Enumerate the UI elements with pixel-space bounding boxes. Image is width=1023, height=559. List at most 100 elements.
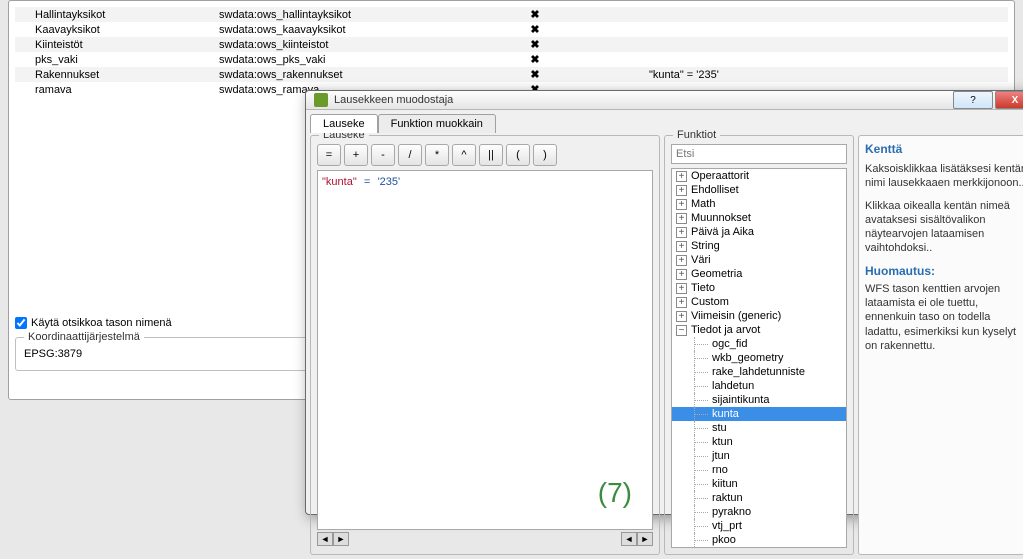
- tree-item[interactable]: +Tieto: [672, 281, 846, 295]
- help-p2: Klikkaa oikealla kentän nimeä avataksesi…: [865, 199, 1023, 256]
- close-button[interactable]: X: [995, 91, 1023, 109]
- tree-field[interactable]: rno: [672, 463, 846, 477]
- layer-mark: ✖: [425, 67, 645, 82]
- layer-filter: [645, 7, 1008, 22]
- tree-item[interactable]: +Väri: [672, 253, 846, 267]
- layer-name: Kiinteistöt: [15, 37, 215, 52]
- expand-icon[interactable]: +: [676, 297, 687, 308]
- layer-mark: ✖: [425, 7, 645, 22]
- dialog-title: Lausekkeen muodostaja: [334, 94, 951, 106]
- titlebar: Lausekkeen muodostaja ? X: [306, 91, 1023, 110]
- layer-filter: [645, 52, 1008, 67]
- expand-icon[interactable]: +: [676, 283, 687, 294]
- tree-item[interactable]: +Viimeisin (generic): [672, 309, 846, 323]
- expand-icon[interactable]: +: [676, 255, 687, 266]
- annotation-7: (7): [598, 477, 632, 509]
- editor-scrollbar[interactable]: ◄►◄►: [317, 532, 653, 548]
- functions-group-label: Funktiot: [673, 129, 720, 141]
- layer-source: swdata:ows_pks_vaki: [215, 52, 425, 67]
- tree-field[interactable]: wkb_geometry: [672, 351, 846, 365]
- expand-icon[interactable]: +: [676, 311, 687, 322]
- tree-item[interactable]: +Operaattorit: [672, 169, 846, 183]
- expression-group: Lauseke =+-/*^||() "kunta" = '235' (7) ◄…: [310, 135, 660, 555]
- op-button[interactable]: +: [344, 144, 368, 166]
- tab-lauseke[interactable]: Lauseke: [310, 114, 378, 133]
- op-button[interactable]: ||: [479, 144, 503, 166]
- help-note: WFS tason kenttien arvojen lataamista ei…: [865, 282, 1023, 353]
- tree-item[interactable]: +Ehdolliset: [672, 183, 846, 197]
- layer-source: swdata:ows_kaavayksikot: [215, 22, 425, 37]
- tree-item[interactable]: +Math: [672, 197, 846, 211]
- help-button[interactable]: ?: [953, 91, 993, 109]
- layer-name: pks_vaki: [15, 52, 215, 67]
- tree-field[interactable]: ogc_fid: [672, 337, 846, 351]
- expand-icon[interactable]: +: [676, 185, 687, 196]
- expand-icon[interactable]: +: [676, 241, 687, 252]
- expand-icon[interactable]: +: [676, 199, 687, 210]
- tree-field[interactable]: rake_lahdetunniste: [672, 365, 846, 379]
- tree-field[interactable]: sijaintikunta: [672, 393, 846, 407]
- tree-field[interactable]: ktun: [672, 435, 846, 449]
- layer-source: swdata:ows_hallintayksikot: [215, 7, 425, 22]
- tree-field[interactable]: raktun: [672, 491, 846, 505]
- tree-item[interactable]: −Tiedot ja arvot: [672, 323, 846, 337]
- op-button[interactable]: (: [506, 144, 530, 166]
- layer-row[interactable]: Hallintayksikotswdata:ows_hallintayksiko…: [15, 7, 1008, 22]
- layer-filter: [645, 22, 1008, 37]
- use-title-checkbox[interactable]: [15, 317, 27, 329]
- expr-rhs: '235': [378, 176, 401, 188]
- crs-legend: Koordinaattijärjestelmä: [24, 331, 144, 343]
- op-button[interactable]: ): [533, 144, 557, 166]
- layer-source: swdata:ows_kiinteistot: [215, 37, 425, 52]
- layer-table: Hallintayksikotswdata:ows_hallintayksiko…: [15, 7, 1008, 97]
- help-note-heading: Huomautus:: [865, 264, 1023, 278]
- help-title: Kenttä: [865, 142, 1023, 156]
- layer-source: swdata:ows_rakennukset: [215, 67, 425, 82]
- layer-mark: ✖: [425, 37, 645, 52]
- tree-item[interactable]: +Päivä ja Aika: [672, 225, 846, 239]
- layer-filter: "kunta" = '235': [645, 67, 1008, 82]
- expr-op: =: [364, 176, 370, 188]
- layer-name: Rakennukset: [15, 67, 215, 82]
- use-title-label: Käytä otsikkoa tason nimenä: [31, 317, 172, 329]
- expand-icon[interactable]: +: [676, 269, 687, 280]
- tree-field[interactable]: stu: [672, 421, 846, 435]
- help-panel: Kenttä Kaksoisklikkaa lisätäksesi kentän…: [858, 135, 1023, 555]
- op-button[interactable]: ^: [452, 144, 476, 166]
- tree-item[interactable]: +String: [672, 239, 846, 253]
- operator-bar: =+-/*^||(): [317, 144, 653, 166]
- tree-field[interactable]: pkoo: [672, 533, 846, 547]
- search-input[interactable]: [671, 144, 847, 164]
- expression-editor[interactable]: "kunta" = '235' (7): [317, 170, 653, 530]
- tree-field[interactable]: vtj_prt: [672, 519, 846, 533]
- tree-field[interactable]: kiitun: [672, 477, 846, 491]
- layer-name: Kaavayksikot: [15, 22, 215, 37]
- expand-icon[interactable]: +: [676, 171, 687, 182]
- tree-item[interactable]: +Custom: [672, 295, 846, 309]
- layer-mark: ✖: [425, 22, 645, 37]
- tree-field[interactable]: pyrakno: [672, 505, 846, 519]
- tree-item[interactable]: +Geometria: [672, 267, 846, 281]
- expression-dialog: Lausekkeen muodostaja ? X Lauseke Funkti…: [305, 90, 1023, 515]
- functions-tree[interactable]: +Operaattorit+Ehdolliset+Math+Muunnokset…: [671, 168, 847, 548]
- op-button[interactable]: *: [425, 144, 449, 166]
- tree-field[interactable]: kunta: [672, 407, 846, 421]
- expr-lhs: "kunta": [322, 176, 357, 188]
- expand-icon[interactable]: +: [676, 227, 687, 238]
- layer-row[interactable]: pks_vakiswdata:ows_pks_vaki✖: [15, 52, 1008, 67]
- op-button[interactable]: -: [371, 144, 395, 166]
- op-button[interactable]: /: [398, 144, 422, 166]
- tree-field[interactable]: jtun: [672, 449, 846, 463]
- tree-field[interactable]: lahdetun: [672, 379, 846, 393]
- tree-item[interactable]: +Muunnokset: [672, 211, 846, 225]
- collapse-icon[interactable]: −: [676, 325, 687, 336]
- expand-icon[interactable]: +: [676, 213, 687, 224]
- layer-row[interactable]: Kiinteistötswdata:ows_kiinteistot✖: [15, 37, 1008, 52]
- layer-name: ramava: [15, 82, 215, 97]
- op-button[interactable]: =: [317, 144, 341, 166]
- app-icon: [314, 93, 328, 107]
- tab-funktio[interactable]: Funktion muokkain: [378, 114, 496, 133]
- layer-name: Hallintayksikot: [15, 7, 215, 22]
- layer-row[interactable]: Kaavayksikotswdata:ows_kaavayksikot✖: [15, 22, 1008, 37]
- layer-row[interactable]: Rakennuksetswdata:ows_rakennukset✖"kunta…: [15, 67, 1008, 82]
